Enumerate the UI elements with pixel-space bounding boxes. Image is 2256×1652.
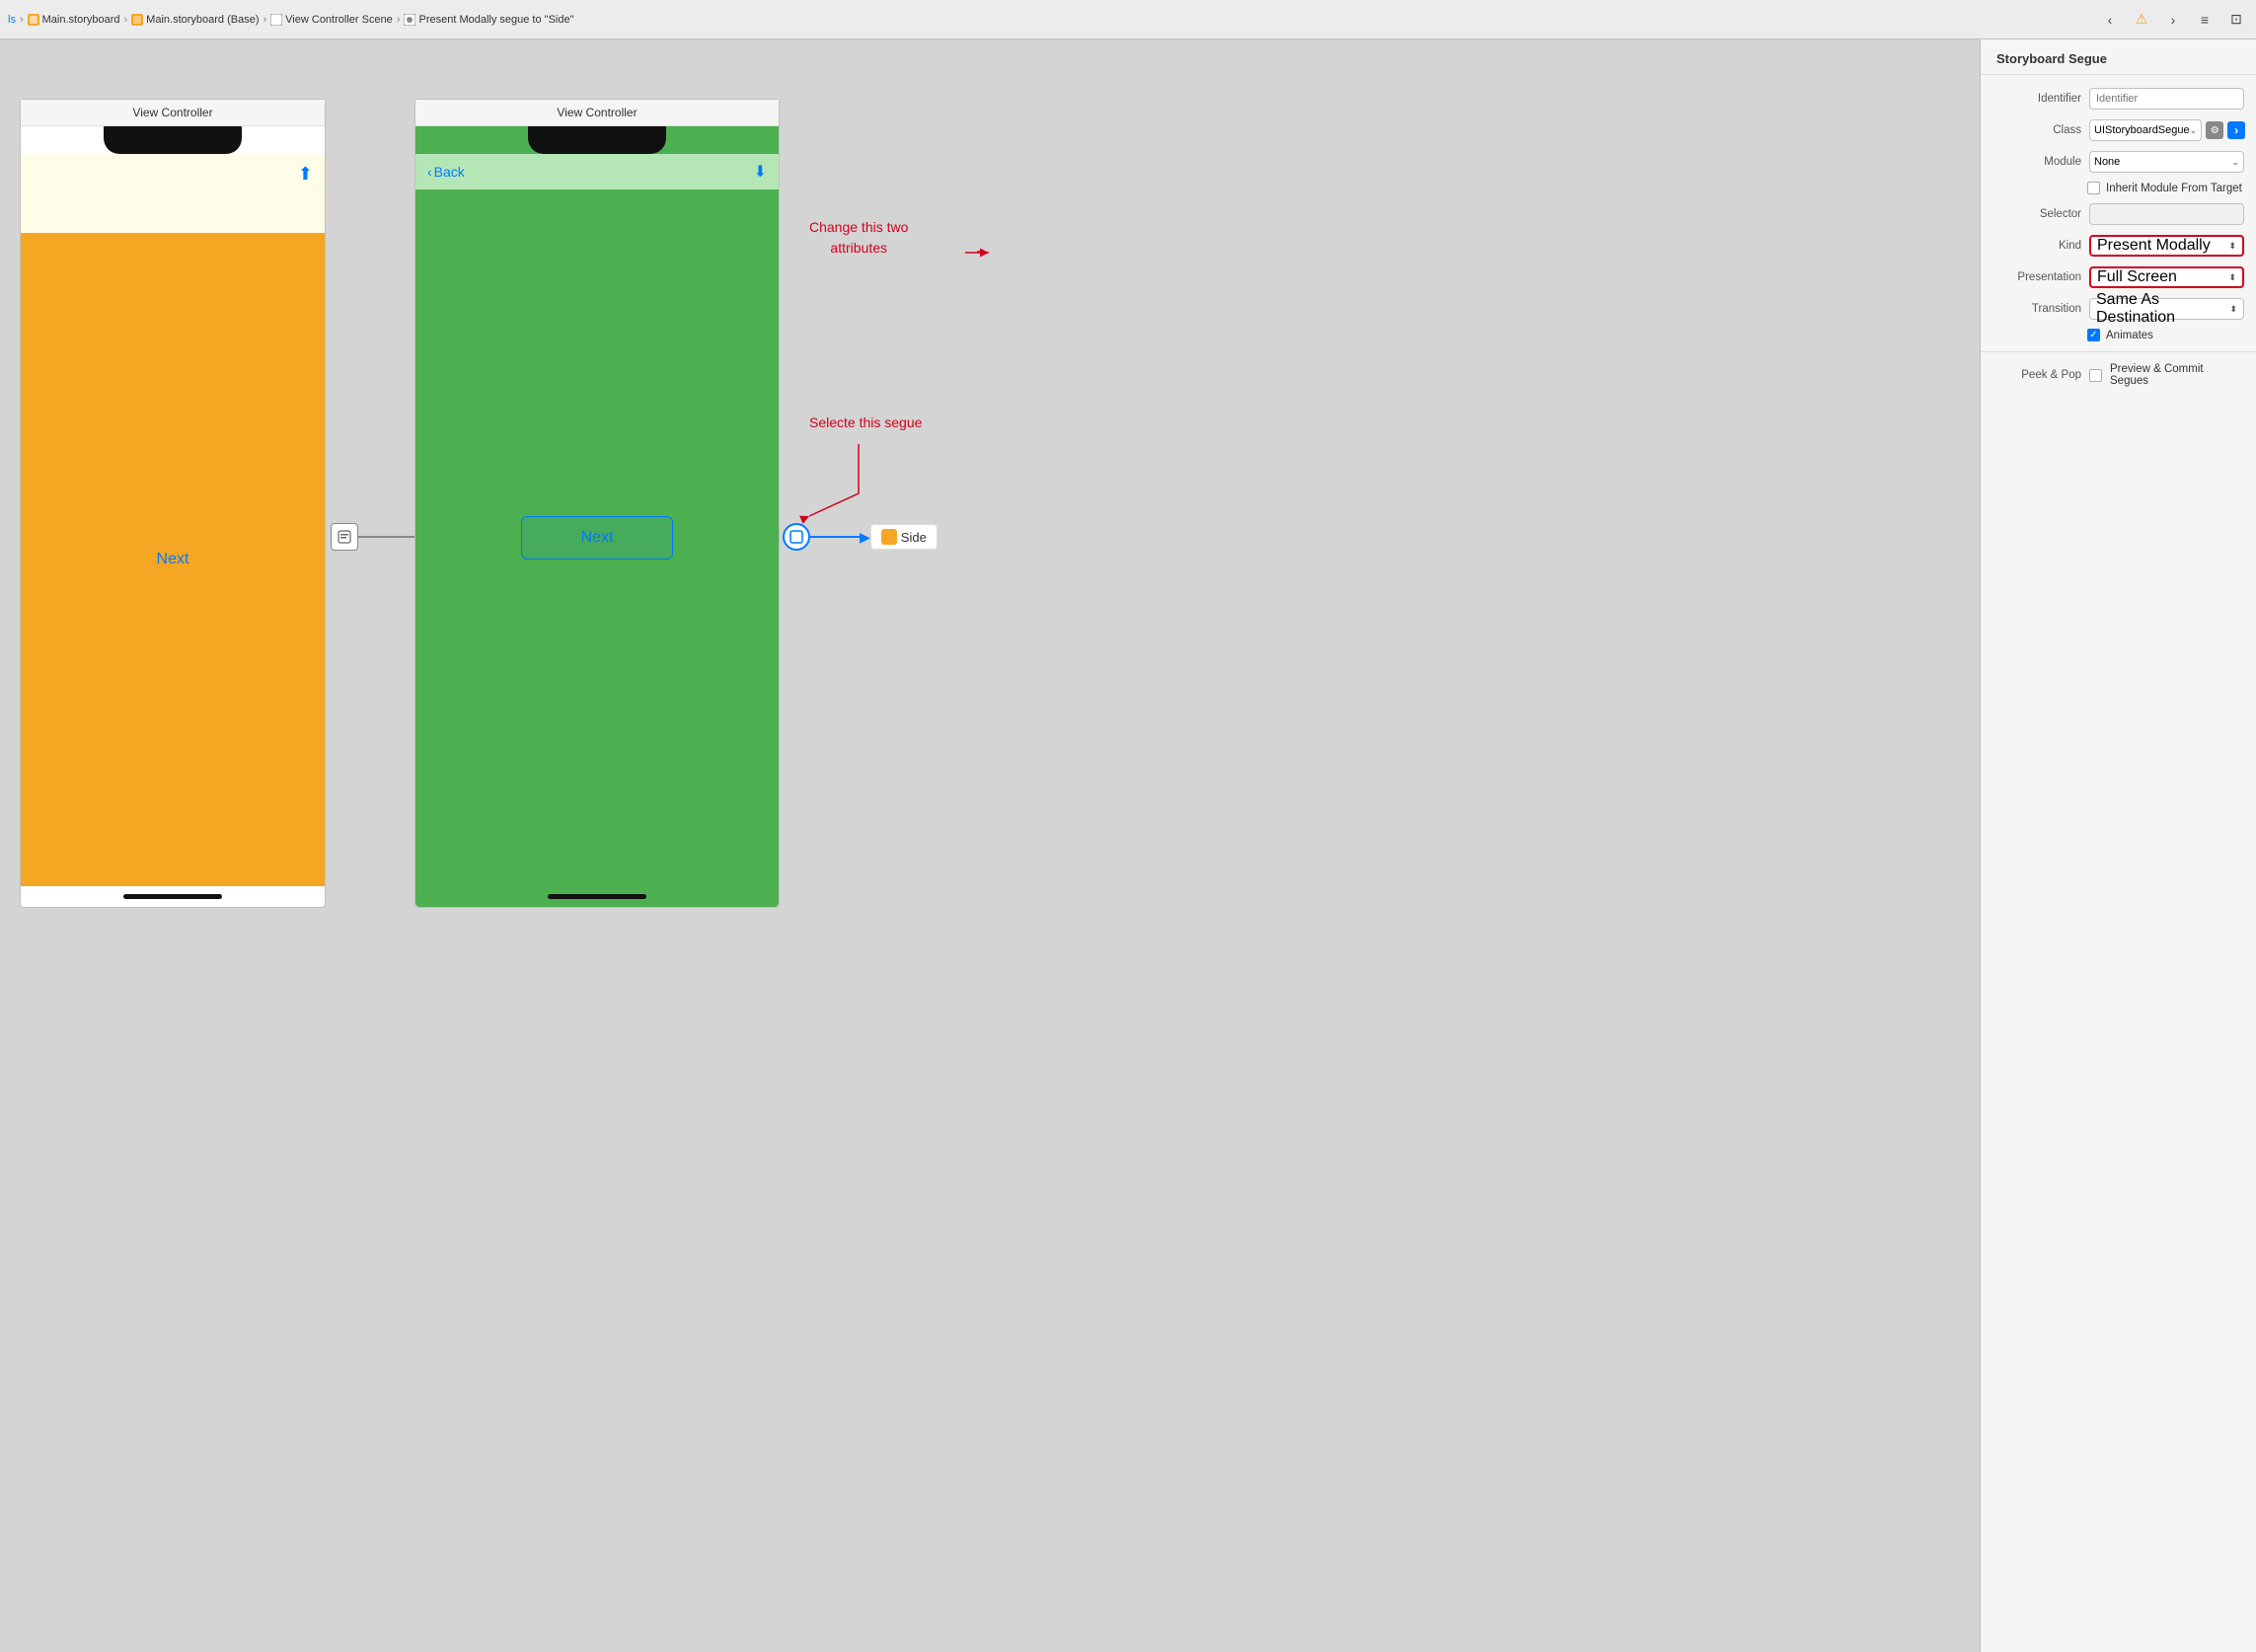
selector-input[interactable] [2089, 203, 2244, 225]
download-icon: ⬇ [754, 162, 767, 182]
nav-bar: ‹ Back ⬇ [415, 154, 779, 189]
peek-pop-row: Peek & Pop Preview & Commit Segues [1981, 358, 2256, 392]
vc-left-body: Next [21, 233, 325, 886]
inspector-row-identifier: Identifier [1981, 83, 2256, 114]
next-label: Next [157, 551, 189, 568]
vc-center-content: ‹ Back ⬇ Next [415, 126, 779, 907]
warning-icon[interactable]: ⚠ [2130, 8, 2153, 32]
segue-icon [404, 14, 415, 26]
transition-select[interactable]: Same As Destination ⬍ [2089, 298, 2244, 320]
peek-checkbox[interactable] [2089, 369, 2102, 382]
breadcrumb-storyboard-base[interactable]: Main.storyboard (Base) [146, 14, 259, 26]
toolbar: ls › Main.storyboard › Main.storyboard (… [0, 0, 2256, 39]
inspector-row-selector: Selector [1981, 198, 2256, 230]
side-icon [881, 529, 897, 545]
breadcrumb-scene[interactable]: View Controller Scene [285, 14, 393, 26]
phone-home-indicator-left [123, 894, 222, 899]
inherit-module-checkbox[interactable] [2087, 182, 2100, 194]
transition-label: Transition [1993, 303, 2081, 315]
module-label: Module [1993, 156, 2081, 168]
vc-center-body: Next [415, 189, 779, 886]
back-btn: ‹ Back [427, 164, 465, 180]
presentation-select[interactable]: Full Screen ⬍ [2089, 266, 2244, 288]
peek-value: Preview & Commit Segues [2110, 363, 2244, 387]
breadcrumb-storyboard[interactable]: Main.storyboard [42, 14, 120, 26]
inspector-row-transition: Transition Same As Destination ⬍ [1981, 293, 2256, 325]
back-button[interactable]: ‹ [2098, 8, 2122, 32]
square-icon[interactable]: ⊡ [2224, 8, 2248, 32]
segue-connector: ▶ Side [783, 523, 938, 551]
phone-notch-left [104, 126, 242, 154]
inspector-panel: Storyboard Segue Identifier Class UIStor… [1980, 39, 2256, 1652]
annotation-select: Selecte this segue [809, 414, 922, 430]
inspector-title: Storyboard Segue [1981, 39, 2256, 75]
chevron-left-icon: ‹ [427, 164, 432, 180]
class-row: UIStoryboardSegue ⌄ ⚙ › [2089, 119, 2245, 141]
vc-left-content: ⬆ Next [21, 126, 325, 907]
animates-checkbox[interactable]: ✓ [2087, 329, 2100, 341]
inspector-row-module: Module None ⌄ [1981, 146, 2256, 178]
animates-row: ✓ Animates [1981, 325, 2256, 345]
presentation-value: Full Screen [2097, 268, 2177, 286]
peek-label: Peek & Pop [1993, 369, 2081, 381]
toolbar-icons: ‹ ⚠ › ≡ ⊡ [2098, 8, 2248, 32]
arrow-left-center: ▶ [331, 523, 428, 551]
breadcrumb: ls › Main.storyboard › Main.storyboard (… [8, 14, 574, 26]
inherit-module-row: Inherit Module From Target [1981, 178, 2256, 198]
share-icon: ⬆ [298, 164, 313, 185]
back-label: Back [434, 164, 465, 180]
side-badge: Side [870, 524, 938, 550]
transition-arrow: ⬍ [2229, 304, 2237, 315]
class-label: Class [1993, 124, 2081, 136]
segue-line [810, 536, 860, 538]
arrow-line-left [358, 536, 417, 538]
vc-center-title: View Controller [415, 100, 779, 126]
phone-notch-center [528, 126, 666, 154]
kind-value: Present Modally [2097, 237, 2211, 255]
annotation-change: Change this twoattributes [809, 217, 908, 259]
vc-left-title: View Controller [21, 100, 325, 126]
forward-button[interactable]: › [2161, 8, 2185, 32]
inspector-row-class: Class UIStoryboardSegue ⌄ ⚙ › [1981, 114, 2256, 146]
phone-home-indicator-center [548, 894, 646, 899]
presentation-arrow: ⬍ [2228, 272, 2236, 283]
inspector-body: Identifier Class UIStoryboardSegue ⌄ ⚙ ›… [1981, 75, 2256, 1652]
vc-left-top: ⬆ [21, 154, 325, 233]
segue-circle[interactable] [783, 523, 810, 551]
storyboard-icon [28, 14, 39, 26]
kind-arrow: ⬍ [2228, 241, 2236, 252]
scene-icon [270, 14, 282, 26]
class-value: UIStoryboardSegue [2094, 124, 2190, 136]
menu-icon[interactable]: ≡ [2193, 8, 2217, 32]
module-value: None [2094, 156, 2120, 168]
kind-label: Kind [1993, 240, 2081, 252]
breadcrumb-item-ls[interactable]: ls [8, 14, 16, 26]
identifier-label: Identifier [1993, 93, 2081, 105]
inherit-module-label: Inherit Module From Target [2106, 183, 2242, 194]
inspector-row-presentation: Presentation Full Screen ⬍ [1981, 262, 2256, 293]
next-button[interactable]: Next [521, 516, 674, 560]
main-area: View Controller ⬆ Next ▶ View Controll [0, 39, 2256, 1652]
vc-panel-left: View Controller ⬆ Next [20, 99, 326, 908]
class-add-btn[interactable]: › [2227, 121, 2245, 139]
transition-value: Same As Destination [2096, 291, 2229, 327]
arrow-box-icon [331, 523, 358, 551]
storyboard-base-icon [131, 14, 143, 26]
class-select[interactable]: UIStoryboardSegue ⌄ [2089, 119, 2202, 141]
presentation-label: Presentation [1993, 271, 2081, 283]
inspector-row-kind: Kind Present Modally ⬍ [1981, 230, 2256, 262]
breadcrumb-segue[interactable]: Present Modally segue to "Side" [418, 14, 573, 26]
animates-label: Animates [2106, 330, 2153, 341]
canvas-area: View Controller ⬆ Next ▶ View Controll [0, 39, 1980, 1652]
kind-select[interactable]: Present Modally ⬍ [2089, 235, 2244, 257]
module-select[interactable]: None ⌄ [2089, 151, 2244, 173]
identifier-input[interactable] [2089, 88, 2244, 110]
segue-arrow: ▶ [860, 529, 870, 546]
section-divider [1981, 351, 2256, 352]
selector-label: Selector [1993, 208, 2081, 220]
vc-panel-center: View Controller ‹ Back ⬇ Next [414, 99, 780, 908]
class-settings-btn[interactable]: ⚙ [2206, 121, 2223, 139]
side-label: Side [901, 530, 927, 545]
